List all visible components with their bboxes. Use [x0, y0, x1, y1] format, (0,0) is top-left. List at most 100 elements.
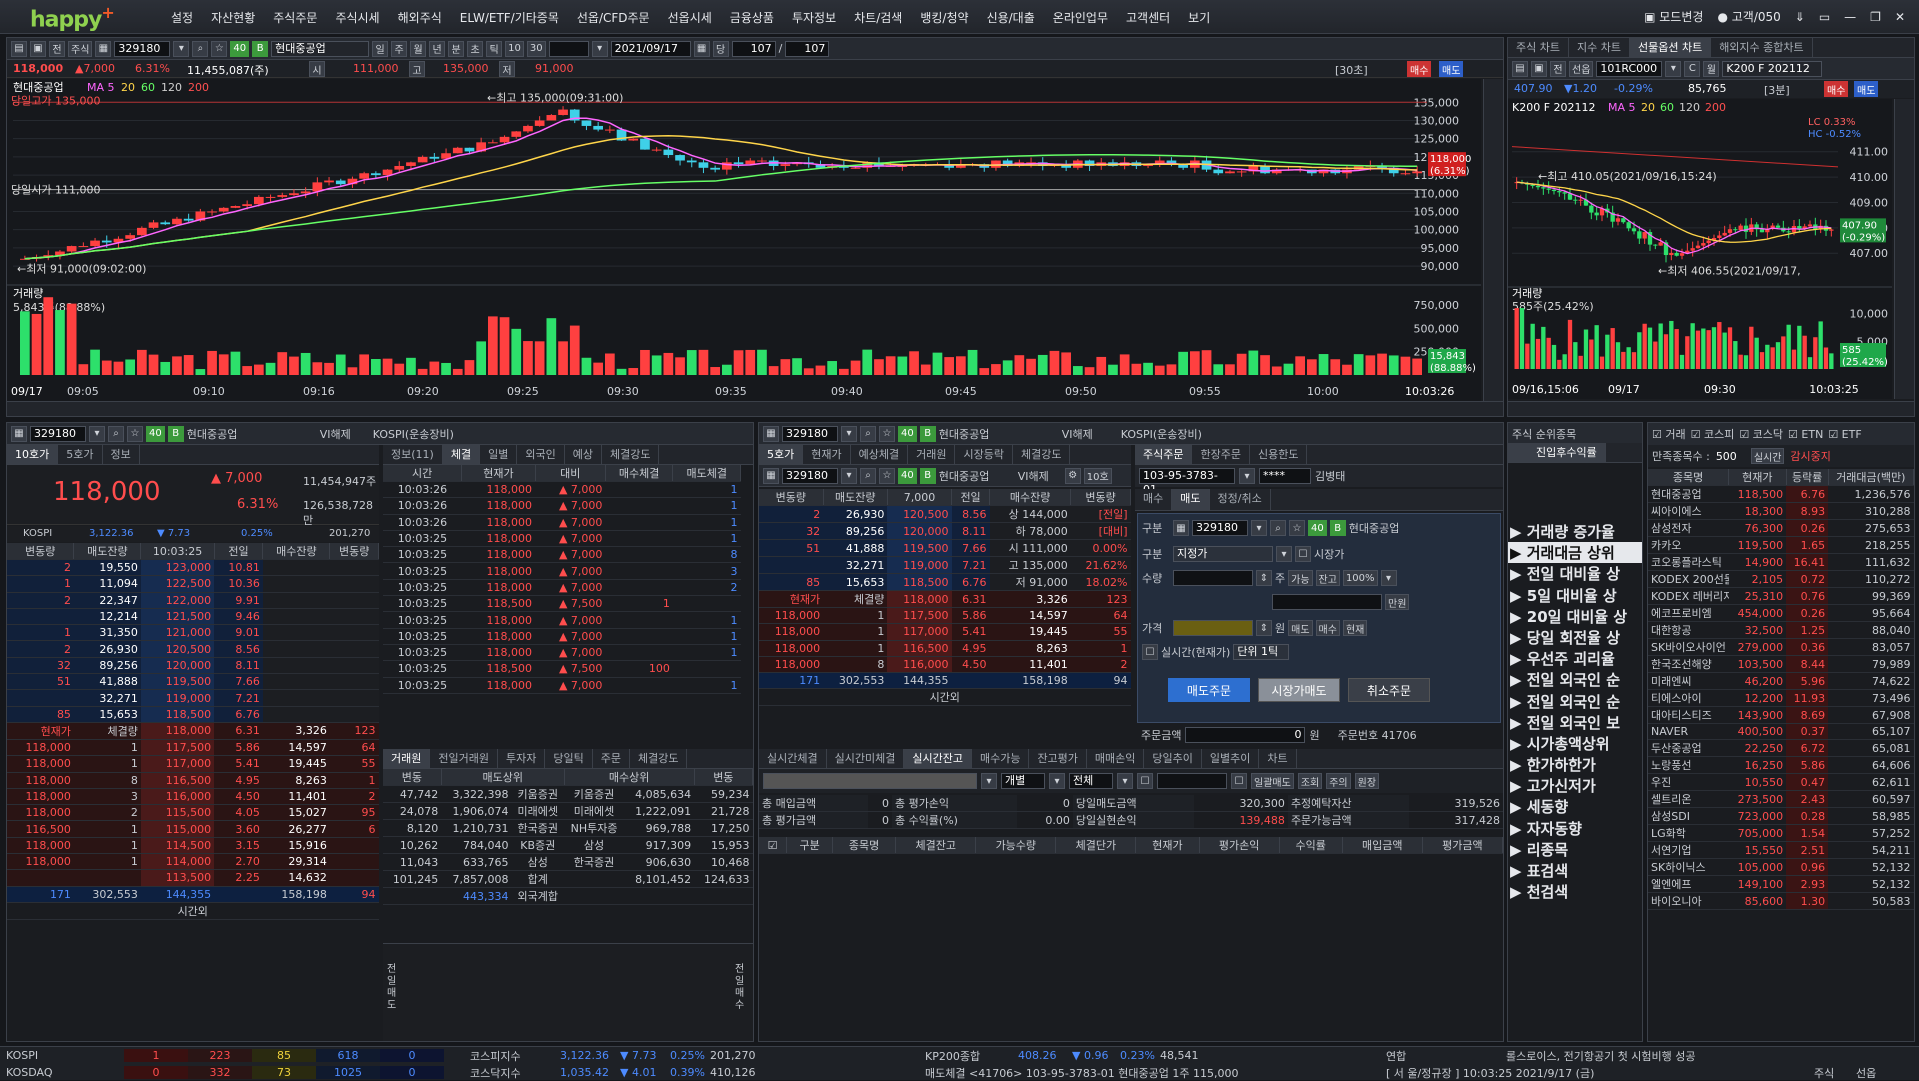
ask-row[interactable]: 85 15,653 118,500 6.76 저 91,000 18.02% [759, 573, 1131, 591]
tick-tab-3[interactable]: 외국인 [517, 445, 565, 464]
ob2-tab-0[interactable]: 5호가 [759, 445, 804, 464]
rank-item[interactable]: ▶ 고가신저가 [1508, 775, 1642, 796]
list-row[interactable]: SK하이닉스 105,000 0.96 52,132 [1648, 858, 1914, 877]
bid-row[interactable]: 118,000 2 115,500 4.05 15,027 95 [7, 804, 379, 822]
list-row[interactable]: 노랑풍선 16,250 5.86 64,606 [1648, 756, 1914, 775]
side-futures-chart[interactable]: 411.00410.00409.00408.00407.00K200 F 202… [1508, 99, 1892, 399]
ask-price[interactable]: 118,500 [887, 573, 952, 591]
rank-item[interactable]: ▶ 20일 대비율 상 [1508, 606, 1642, 627]
ask-price[interactable]: 119,500 [140, 673, 215, 691]
menu-item-2[interactable]: 주식주문 [264, 9, 326, 26]
select-all-checkbox[interactable]: ☑ [759, 837, 788, 854]
ask-row[interactable]: 85 15,653 118,500 6.76 [7, 706, 379, 723]
pct-button[interactable]: 100% [1342, 570, 1378, 586]
balance-tab-8[interactable]: 차트 [1259, 749, 1297, 768]
after-hours[interactable]: 시간외 [7, 902, 379, 920]
search-icon[interactable]: ⌕ [108, 425, 124, 442]
list-row[interactable]: 우진 10,550 0.47 62,611 [1648, 773, 1914, 792]
bid-row[interactable]: 118,000 8 116,000 4.50 11,401 2 [759, 656, 1131, 674]
list-row[interactable]: 셀트리온 273,500 2.43 60,597 [1648, 790, 1914, 809]
ob2-tab-3[interactable]: 거래원 [908, 445, 956, 464]
bid-row[interactable]: 현재가 체결량 118,000 6.31 3,326 123 [759, 590, 1131, 608]
account-select[interactable]: 103-95-3783-01 [1139, 468, 1235, 496]
rank-item[interactable]: ▶ 거래량 증가율 [1508, 521, 1642, 542]
table-row[interactable]: 10:03:25 118,000 ▲ 7,000 1 [383, 677, 741, 694]
ask-price[interactable]: 122,000 [140, 592, 215, 609]
ask-row[interactable]: 12,214 121,500 9.46 [7, 608, 379, 626]
period-dropdown[interactable]: ▾ [591, 40, 608, 57]
side-sell-button[interactable]: 매도 [1854, 81, 1879, 97]
after-hours[interactable]: 시간외 [759, 688, 1131, 707]
broker-tab-1[interactable]: 전일거래원 [430, 749, 498, 768]
period-0[interactable]: 일 [372, 40, 389, 57]
grid-icon[interactable]: ▦ [95, 40, 112, 57]
list-row[interactable]: 미래엔씨 46,200 5.96 74,622 [1648, 672, 1914, 690]
bid-row[interactable]: 118,000 3 116,000 4.50 11,401 2 [7, 788, 379, 806]
order-notice[interactable]: 매도체결 <41706> 103-95-3783-01 현대중공업 1주 115… [925, 1065, 1239, 1081]
bid-row[interactable]: 113,500 2.25 14,632 [7, 869, 379, 887]
ob2-code-input-2[interactable]: 329180 [782, 467, 838, 484]
ask-row[interactable]: 32,271 119,000 7.21 [7, 689, 379, 707]
bid-row[interactable]: 118,000 1 116,500 4.95 8,263 1 [759, 640, 1131, 657]
menu-item-8[interactable]: 금융상품 [721, 9, 783, 26]
bid-row[interactable]: 118,000 1 117,500 5.86 14,597 64 [759, 607, 1131, 625]
tick-tab-4[interactable]: 예상 [565, 445, 602, 464]
balance-tab-5[interactable]: 매매손익 [1087, 749, 1145, 768]
ask-price[interactable]: 118,500 [140, 706, 215, 723]
table-row[interactable]: 10:03:25 118,000 ▲ 7,000 1 [383, 611, 741, 629]
order-tab-2[interactable]: 신용한도 [1250, 445, 1308, 464]
stop-watch-button[interactable]: 감시중지 [1790, 448, 1830, 464]
ask-row[interactable]: 2 26,930 120,500 8.56 [7, 640, 379, 658]
period-3[interactable]: 년 [429, 40, 446, 57]
bid-row[interactable]: 118,000 1 117,500 5.86 14,597 64 [7, 739, 379, 757]
list-row[interactable]: 코오롱플라스틱 14,900 16.41 111,632 [1648, 553, 1914, 571]
sell-order-button[interactable]: 매도주문 [1168, 678, 1250, 702]
list-row[interactable]: 삼성전자 76,300 0.26 275,653 [1648, 519, 1914, 537]
list-row[interactable]: 씨아이에스 18,300 8.93 310,288 [1648, 502, 1914, 520]
bid-price[interactable]: 114,000 [140, 853, 215, 871]
menu-item-14[interactable]: 고객센터 [1117, 9, 1179, 26]
grid-icon[interactable]: ▦ [763, 425, 779, 442]
ask-row[interactable]: 51 41,888 119,500 7.66 시 111,000 0.00% [759, 539, 1131, 557]
broker-row[interactable]: 24,078 1,906,074 미래에셋 미래에셋 1,222,091 21,728 [383, 802, 753, 820]
period-30[interactable]: 30 [526, 40, 546, 57]
minimize-icon[interactable]: — [1844, 10, 1856, 24]
rank-item[interactable]: ▶ 전일 외국인 보 [1508, 712, 1642, 733]
order-tab-0[interactable]: 주식주문 [1135, 445, 1193, 464]
list-row[interactable]: 에코프로비엠 454,000 0.26 95,664 [1648, 604, 1914, 622]
table-row[interactable]: 10:03:25 118,000 ▲ 7,000 2 [383, 579, 741, 597]
side-chart-tab-3[interactable]: 해외지수 종합차트 [1711, 38, 1813, 57]
ask-row[interactable]: 1 31,350 121,000 9.01 [7, 624, 379, 642]
chart-icon[interactable]: ▤ [11, 40, 27, 57]
list-row[interactable]: 바이오니아 85,600 1.30 50,583 [1648, 892, 1914, 911]
ask-row[interactable]: 2 26,930 120,500 8.56 상 144,000 [전일] [759, 505, 1131, 523]
balance-tab-0[interactable]: 실시간체결 [759, 749, 827, 768]
qty-input[interactable] [1173, 570, 1253, 586]
bid-price[interactable]: 116,000 [887, 656, 952, 674]
main-price-chart[interactable]: 135,000130,000125,000120,000115,000110,0… [7, 79, 1481, 401]
ask-price[interactable]: 120,000 [887, 522, 952, 540]
table-row[interactable]: 10:03:26 118,000 ▲ 7,000 1 [383, 514, 741, 531]
list-row[interactable]: 대한항공 32,500 1.25 88,040 [1648, 621, 1914, 639]
broker-tab-4[interactable]: 주문 [593, 749, 630, 768]
menu-item-15[interactable]: 보기 [1179, 9, 1219, 26]
period-6[interactable]: 틱 [486, 40, 503, 57]
menu-item-9[interactable]: 투자정보 [783, 9, 845, 26]
rank-item[interactable]: ▶ 한가하한가 [1508, 754, 1642, 775]
rank-item[interactable]: ▶ 전일 외국인 순 [1508, 691, 1642, 712]
broker-row[interactable]: 8,120 1,210,731 한국증권 NH투자증 969,788 17,250 [383, 819, 753, 837]
news-ticker[interactable]: 롤스로이스, 전기항공기 첫 시험비행 성공 [1506, 1048, 1696, 1064]
bid-price[interactable]: 117,500 [887, 607, 952, 625]
table-row[interactable]: 10:03:25 118,000 ▲ 7,000 8 [383, 546, 741, 564]
amount-input[interactable] [1272, 594, 1382, 610]
rank-item[interactable]: ▶ 자자동향 [1508, 818, 1642, 839]
rank-item[interactable]: ▶ 세동향 [1508, 796, 1642, 817]
count2-input[interactable]: 107 [785, 40, 830, 57]
monitor-icon[interactable]: ▭ [1819, 10, 1830, 24]
bid-price[interactable]: 116,000 [140, 788, 215, 806]
mode-change-menu[interactable]: ▣ 모드변경 [1644, 8, 1703, 25]
bulk-sell-button[interactable]: 일괄매도 [1251, 773, 1294, 789]
ask-price[interactable]: 120,500 [140, 640, 215, 658]
balance-tab-2[interactable]: 실시간잔고 [904, 749, 972, 768]
chart-sell-button[interactable]: 매도 [1439, 61, 1464, 77]
